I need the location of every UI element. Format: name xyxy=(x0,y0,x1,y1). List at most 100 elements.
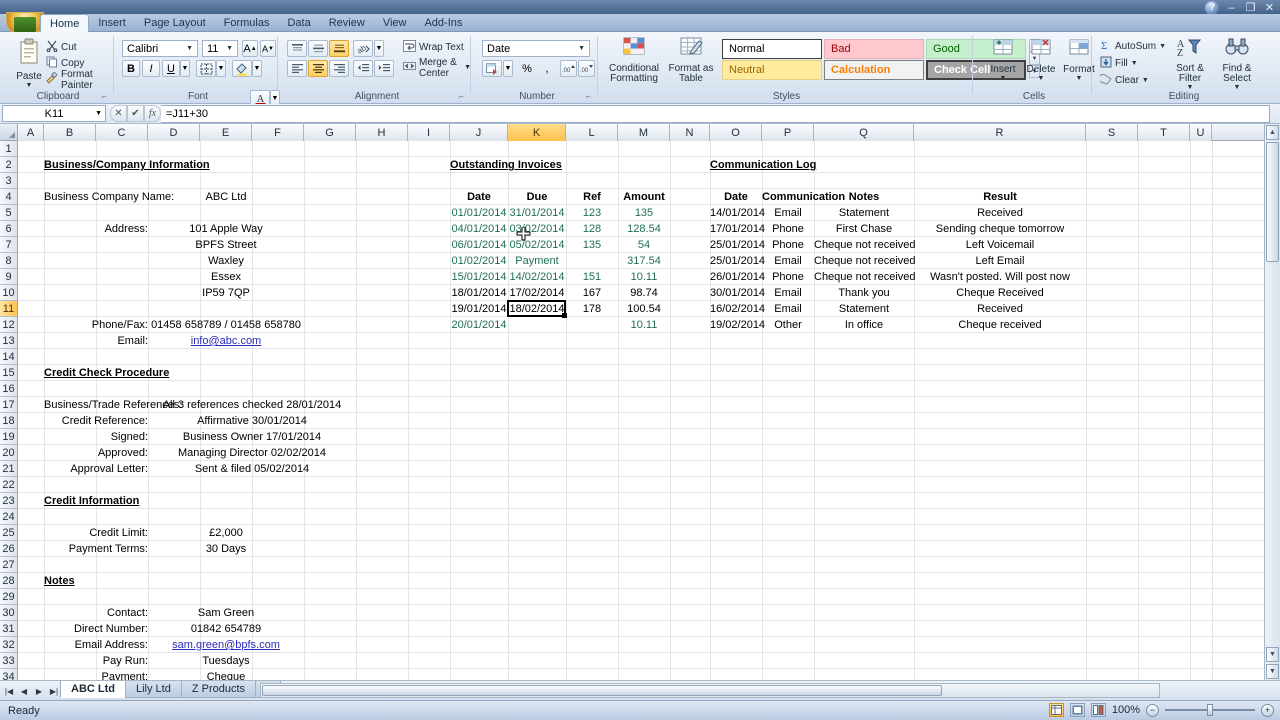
column-header-u[interactable]: U xyxy=(1190,124,1212,141)
email-link-cell[interactable]: sam.green@bpfs.com xyxy=(148,637,304,653)
chevron-down-icon[interactable]: ▼ xyxy=(1234,84,1241,91)
label-cell[interactable]: Payment: xyxy=(44,669,148,680)
merge-center-button[interactable]: Merge & Center ▼ xyxy=(403,60,471,75)
invoices-col-header-ref[interactable]: Ref xyxy=(566,189,618,205)
value-cell[interactable]: 01842 654789 xyxy=(148,621,304,637)
cell-style-bad[interactable]: Bad xyxy=(824,39,924,59)
column-header-c[interactable]: C xyxy=(96,124,148,141)
column-header-q[interactable]: Q xyxy=(814,124,914,141)
normal-view-button[interactable] xyxy=(1049,703,1064,717)
conditional-formatting-button[interactable]: Conditional Formatting xyxy=(606,37,662,84)
comm-col-header-communication[interactable]: Communication xyxy=(762,189,814,205)
next-sheet-button[interactable]: ▶ xyxy=(32,684,46,698)
align-middle-button[interactable] xyxy=(308,40,328,57)
value-cell[interactable]: All 3 references checked 28/01/2014 xyxy=(148,397,356,413)
value-cell[interactable]: 30 Days xyxy=(148,541,304,557)
comm-cell-communication[interactable]: Phone xyxy=(762,237,814,253)
zoom-out-button[interactable]: − xyxy=(1146,704,1159,717)
value-cell[interactable]: Affirmative 30/01/2014 xyxy=(148,413,356,429)
enter-formula-button[interactable]: ✔ xyxy=(127,105,144,122)
invoice-cell-ref[interactable]: 128 xyxy=(566,221,618,237)
invoice-cell-due[interactable]: 14/02/2014 xyxy=(508,269,566,285)
column-header-l[interactable]: L xyxy=(566,124,618,141)
value-cell[interactable]: BPFS Street xyxy=(148,237,304,253)
row-header-18[interactable]: 18 xyxy=(0,413,18,429)
invoice-cell-date[interactable]: 20/01/2014 xyxy=(450,317,508,333)
grow-font-button[interactable]: A▲ xyxy=(242,40,258,57)
font-name-combo[interactable]: Calibri ▼ xyxy=(122,40,198,57)
comm-cell-notes[interactable]: Thank you xyxy=(814,285,914,301)
comm-col-header-date[interactable]: Date xyxy=(710,189,762,205)
name-box[interactable]: K11 ▼ xyxy=(2,105,106,122)
sheet-tab-abc-ltd[interactable]: ABC Ltd xyxy=(60,681,126,698)
comm-cell-result[interactable]: Sending cheque tomorrow xyxy=(914,221,1086,237)
section-heading-notes[interactable]: Notes xyxy=(44,573,304,589)
zoom-level[interactable]: 100% xyxy=(1112,704,1140,716)
fill-color-button[interactable] xyxy=(232,60,252,77)
page-break-view-button[interactable] xyxy=(1091,703,1106,717)
column-header-i[interactable]: I xyxy=(408,124,450,141)
borders-dropdown[interactable]: ▼ xyxy=(216,60,226,77)
label-cell[interactable]: Pay Run: xyxy=(44,653,148,669)
column-header-g[interactable]: G xyxy=(304,124,356,141)
chevron-down-icon[interactable]: ▼ xyxy=(1159,43,1166,50)
chevron-down-icon[interactable]: ▼ xyxy=(578,45,587,52)
value-cell[interactable]: Waxley xyxy=(148,253,304,269)
comm-cell-notes[interactable]: Cheque not received xyxy=(814,253,914,269)
invoices-col-header-date[interactable]: Date xyxy=(450,189,508,205)
zoom-slider-knob[interactable] xyxy=(1207,704,1213,716)
formula-input[interactable]: =J11+30 xyxy=(161,105,1270,123)
comma-style-button[interactable]: , xyxy=(538,60,556,77)
borders-button[interactable] xyxy=(196,60,216,77)
row-header-2[interactable]: 2 xyxy=(0,157,18,173)
comm-cell-notes[interactable]: First Chase xyxy=(814,221,914,237)
last-sheet-button[interactable]: ▶| xyxy=(47,684,61,698)
row-header-1[interactable]: 1 xyxy=(0,141,18,157)
invoices-col-header-amount[interactable]: Amount xyxy=(618,189,670,205)
invoice-cell-amount[interactable]: 98.74 xyxy=(618,285,670,301)
cancel-formula-button[interactable]: ✕ xyxy=(110,105,127,122)
label-cell[interactable]: Signed: xyxy=(44,429,148,445)
value-cell[interactable]: 01458 658789 / 01458 658780 xyxy=(148,317,304,333)
row-header-3[interactable]: 3 xyxy=(0,173,18,189)
invoice-cell-date[interactable]: 01/01/2014 xyxy=(450,205,508,221)
chevron-down-icon[interactable]: ▼ xyxy=(95,110,102,117)
vertical-scroll-thumb[interactable] xyxy=(1266,142,1279,262)
comm-cell-result[interactable]: Left Email xyxy=(914,253,1086,269)
invoice-cell-due[interactable]: 18/02/2014 xyxy=(508,301,566,317)
percent-style-button[interactable]: % xyxy=(518,60,536,77)
row-header-13[interactable]: 13 xyxy=(0,333,18,349)
clipboard-dialog-launcher[interactable]: ⌐ xyxy=(102,92,111,101)
accounting-dropdown[interactable]: ▼ xyxy=(503,60,513,77)
restore-button[interactable]: ❐ xyxy=(1244,2,1257,15)
label-cell[interactable]: Credit Reference: xyxy=(44,413,148,429)
autosum-button[interactable]: Σ AutoSum ▼ xyxy=(1100,39,1166,54)
label-cell[interactable]: Payment Terms: xyxy=(44,541,148,557)
fill-button[interactable]: Fill ▼ xyxy=(1100,56,1138,71)
column-header-m[interactable]: M xyxy=(618,124,670,141)
align-center-button[interactable] xyxy=(308,60,328,77)
scroll-page-down-button[interactable]: ▼ xyxy=(1266,664,1279,679)
email-link-cell[interactable]: info@abc.com xyxy=(148,333,304,349)
row-header-20[interactable]: 20 xyxy=(0,445,18,461)
tab-review[interactable]: Review xyxy=(320,14,374,32)
row-header-25[interactable]: 25 xyxy=(0,525,18,541)
tab-data[interactable]: Data xyxy=(278,14,319,32)
orientation-button[interactable]: ab xyxy=(353,40,373,57)
column-header-h[interactable]: H xyxy=(356,124,408,141)
comm-cell-notes[interactable]: Cheque not received xyxy=(814,269,914,285)
row-header-5[interactable]: 5 xyxy=(0,205,18,221)
column-header-d[interactable]: D xyxy=(148,124,200,141)
zoom-slider[interactable] xyxy=(1165,703,1255,717)
horizontal-scrollbar[interactable] xyxy=(260,683,1160,698)
chevron-down-icon[interactable]: ▼ xyxy=(1038,75,1045,82)
comm-cell-date[interactable]: 19/02/2014 xyxy=(710,317,762,333)
row-header-29[interactable]: 29 xyxy=(0,589,18,605)
row-header-7[interactable]: 7 xyxy=(0,237,18,253)
insert-function-button[interactable]: fx xyxy=(144,105,161,122)
chevron-down-icon[interactable]: ▼ xyxy=(1000,75,1007,82)
comm-cell-communication[interactable]: Email xyxy=(762,205,814,221)
comm-col-header-result[interactable]: Result xyxy=(914,189,1086,205)
comm-cell-communication[interactable]: Phone xyxy=(762,269,814,285)
sheet-tab-lily-ltd[interactable]: Lily Ltd xyxy=(125,681,182,698)
